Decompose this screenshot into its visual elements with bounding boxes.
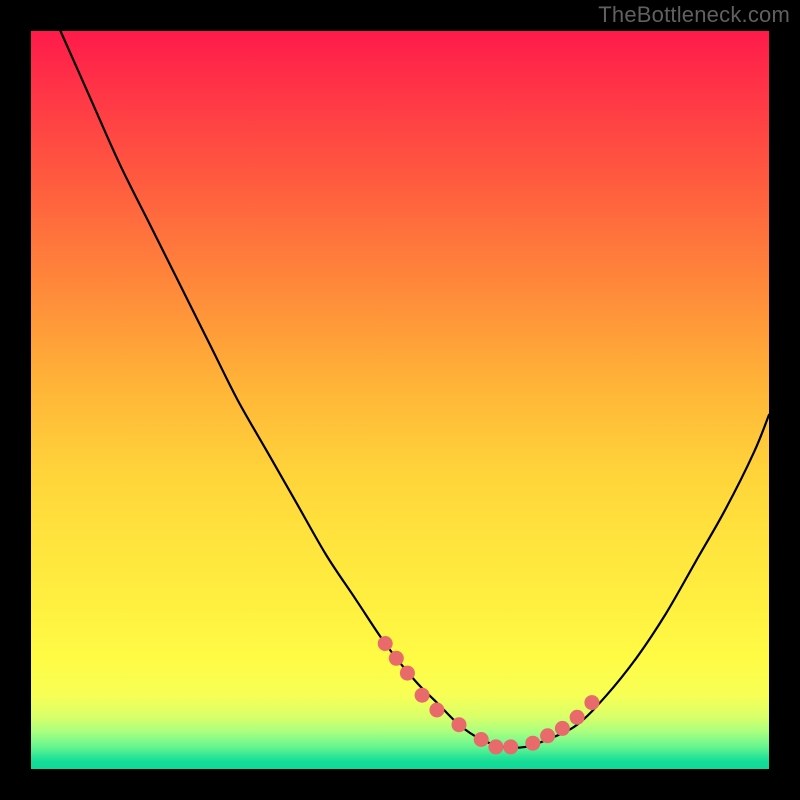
marker-dot	[584, 695, 599, 710]
plot-area	[31, 31, 769, 769]
marker-dot	[488, 739, 503, 754]
marker-dot	[525, 736, 540, 751]
marker-dots-group	[378, 636, 600, 754]
marker-dot	[503, 739, 518, 754]
marker-dot	[555, 721, 570, 736]
marker-dot	[378, 636, 393, 651]
curve-svg	[31, 31, 769, 769]
bottleneck-curve-line	[61, 31, 770, 748]
marker-dot	[452, 717, 467, 732]
marker-dot	[400, 666, 415, 681]
marker-dot	[540, 728, 555, 743]
marker-dot	[570, 710, 585, 725]
watermark-text: TheBottleneck.com	[598, 2, 790, 28]
marker-dot	[415, 688, 430, 703]
marker-dot	[429, 703, 444, 718]
marker-dot	[474, 732, 489, 747]
chart-stage: TheBottleneck.com	[0, 0, 800, 800]
marker-dot	[389, 651, 404, 666]
